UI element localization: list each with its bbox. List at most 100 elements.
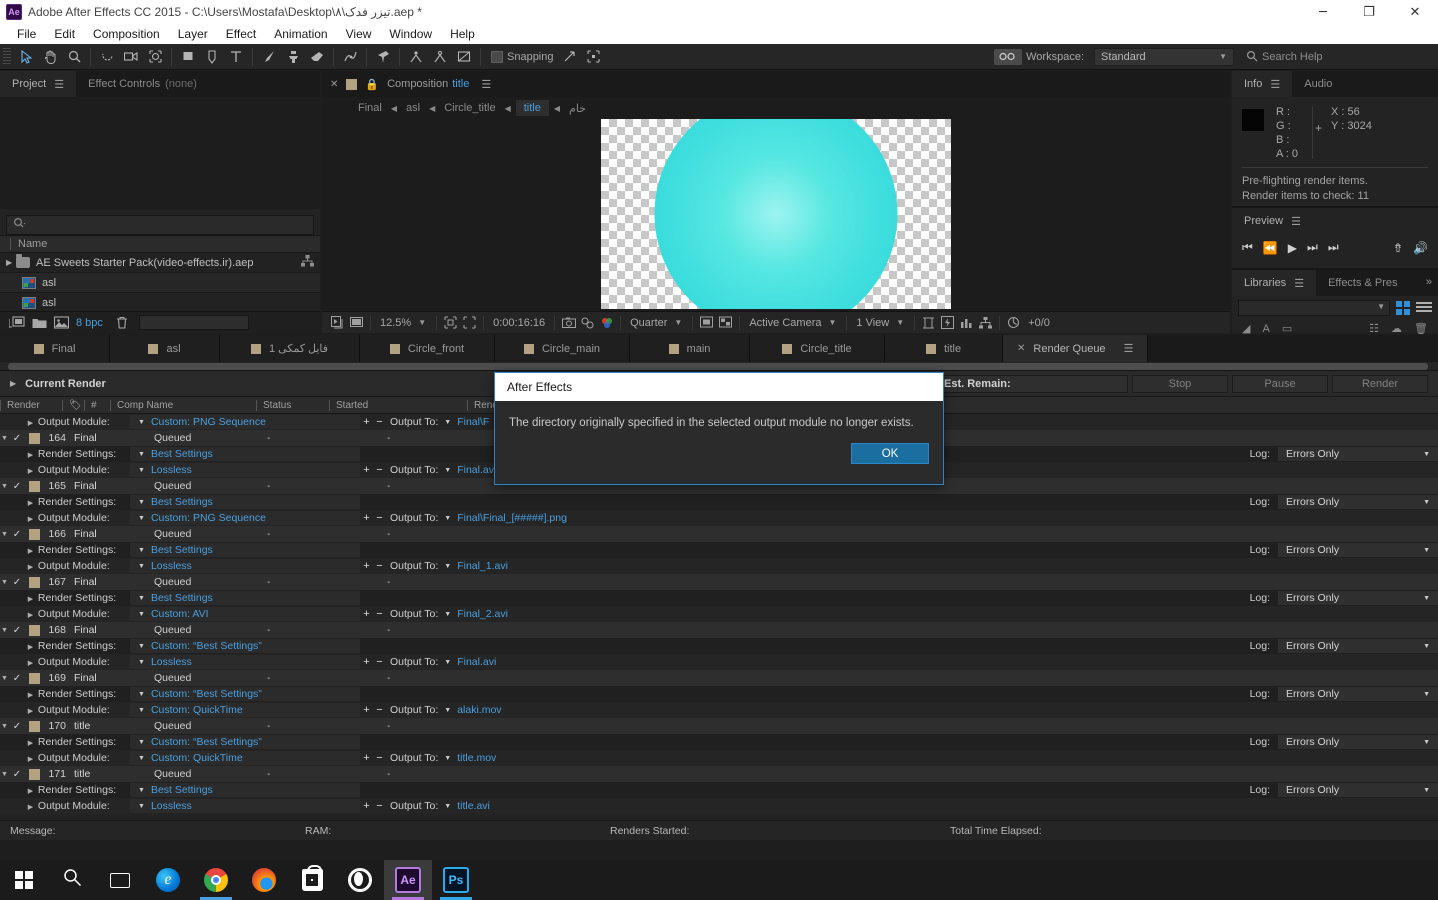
output-module-row[interactable]: ▶ Output Module: ▼ Custom: PNG Sequence … — [0, 510, 1438, 526]
log-value[interactable]: Errors Only ▼ — [1278, 591, 1438, 605]
tab-faal-komaki-1[interactable]: فایل کمکی 1 — [220, 335, 360, 362]
local-axis-icon[interactable] — [404, 46, 428, 68]
menu-composition[interactable]: Composition — [84, 24, 169, 44]
disclosure-triangle-icon[interactable]: ▶ — [26, 451, 35, 459]
timecode-value[interactable]: 0:00:16:16 — [488, 317, 550, 329]
resolution-value[interactable]: Quarter — [625, 317, 672, 329]
chevron-down-icon[interactable]: ▼ — [444, 803, 451, 810]
render-settings-value[interactable]: ▼ Custom: “Best Settings” — [130, 687, 360, 701]
disclosure-triangle-icon[interactable]: ▼ — [0, 483, 9, 490]
table-row[interactable]: ▼ ✓ 167 Final Queued - - — [0, 574, 1438, 590]
render-settings-row[interactable]: ▶ Render Settings: ▼ Best Settings Log: … — [0, 590, 1438, 606]
region-render-icon[interactable] — [697, 315, 716, 331]
output-module-row[interactable]: ▶ Output Module: ▼ Lossless + − Output T… — [0, 798, 1438, 814]
disclosure-triangle-icon[interactable]: ▶ — [10, 379, 16, 388]
menu-view[interactable]: View — [337, 24, 381, 44]
bit-depth-label[interactable]: 8 bpc — [76, 317, 103, 329]
log-value[interactable]: Errors Only ▼ — [1278, 543, 1438, 557]
remove-output-module-icon[interactable]: − — [373, 512, 386, 524]
breadcrumb-item-kham[interactable]: خام — [565, 102, 590, 115]
disclosure-triangle-icon[interactable]: ▶ — [26, 499, 35, 507]
render-checkbox[interactable]: ✓ — [9, 433, 25, 444]
output-to-value[interactable]: Final_2.avi — [457, 608, 508, 620]
remove-output-module-icon[interactable]: − — [373, 800, 386, 812]
mute-audio-icon[interactable]: 🔊 — [1413, 241, 1428, 255]
list-view-icon[interactable] — [1416, 302, 1432, 314]
camera-tool-icon[interactable] — [119, 46, 143, 68]
col-render[interactable]: Render — [0, 397, 62, 414]
panel-menu-icon[interactable]: ☰ — [1124, 342, 1134, 355]
close-icon[interactable]: ✕ — [330, 79, 338, 90]
render-checkbox[interactable]: ✓ — [9, 577, 25, 588]
output-module-value[interactable]: ▼ Lossless — [130, 799, 360, 813]
output-to-value[interactable]: alaki.mov — [457, 704, 501, 716]
menu-edit[interactable]: Edit — [45, 24, 84, 44]
render-checkbox[interactable]: ✓ — [9, 481, 25, 492]
prev-frame-icon[interactable]: ⏪ — [1263, 241, 1278, 255]
pen-tool-icon[interactable] — [200, 46, 224, 68]
render-settings-row[interactable]: ▶ Render Settings: ▼ Best Settings Log: … — [0, 782, 1438, 798]
output-module-row[interactable]: ▶ Output Module: ▼ Lossless + − Output T… — [0, 558, 1438, 574]
task-view-button[interactable] — [96, 860, 144, 900]
new-composition-icon[interactable] — [6, 315, 28, 331]
col-tag-icon[interactable]: 🏷 — [62, 397, 84, 414]
disclosure-triangle-icon[interactable]: ▶ — [26, 803, 35, 811]
log-value[interactable]: Errors Only ▼ — [1278, 735, 1438, 749]
output-to-value[interactable]: title.avi — [457, 800, 490, 812]
output-module-value[interactable]: ▼ Custom: QuickTime — [130, 751, 360, 765]
panel-menu-icon[interactable]: ☰ — [1270, 78, 1280, 91]
disclosure-triangle-icon[interactable]: ▼ — [0, 771, 9, 778]
list-item[interactable]: ▶ AE Sweets Starter Pack(video-effects.i… — [0, 253, 320, 273]
project-footer-field[interactable] — [138, 315, 249, 330]
add-output-module-icon[interactable]: + — [360, 704, 373, 716]
new-footage-icon[interactable] — [50, 315, 72, 331]
new-folder-icon[interactable] — [28, 315, 50, 331]
view-axis-icon[interactable] — [452, 46, 476, 68]
log-value[interactable]: Errors Only ▼ — [1278, 687, 1438, 701]
render-checkbox[interactable]: ✓ — [9, 769, 25, 780]
table-row[interactable]: ▼ ✓ 168 Final Queued - - — [0, 622, 1438, 638]
snapping-checkbox[interactable] — [491, 50, 503, 63]
disclosure-triangle-icon[interactable]: ▶ — [26, 611, 35, 619]
disclosure-triangle-icon[interactable]: ▶ — [26, 515, 35, 523]
project-column-header[interactable]: Name — [0, 235, 320, 253]
disclosure-triangle-icon[interactable]: ▶ — [26, 787, 35, 795]
fast-previews-icon[interactable] — [938, 315, 957, 331]
roto-brush-tool-icon[interactable] — [338, 46, 362, 68]
col-started[interactable]: Started — [329, 397, 467, 414]
snap-bounds-icon[interactable] — [582, 46, 606, 68]
render-settings-value[interactable]: ▼ Custom: “Best Settings” — [130, 639, 360, 653]
disclosure-triangle-icon[interactable]: ▶ — [6, 258, 16, 267]
stop-button[interactable]: Stop — [1132, 374, 1228, 393]
tab-audio[interactable]: Audio — [1292, 71, 1345, 97]
disclosure-triangle-icon[interactable]: ▼ — [0, 579, 9, 586]
render-checkbox[interactable]: ✓ — [9, 721, 25, 732]
disclosure-triangle-icon[interactable]: ▼ — [0, 531, 9, 538]
project-search-input[interactable] — [6, 215, 314, 235]
pixel-aspect-icon[interactable] — [919, 315, 938, 331]
scrollbar-thumb[interactable] — [8, 363, 1428, 370]
output-to-value[interactable]: Final\F — [457, 416, 489, 428]
tab-circle-title[interactable]: Circle_title — [750, 335, 885, 362]
render-settings-row[interactable]: ▶ Render Settings: ▼ Custom: “Best Setti… — [0, 734, 1438, 750]
start-button[interactable] — [0, 860, 48, 900]
zoom-level-value[interactable]: 12.5% — [375, 317, 416, 329]
remove-output-module-icon[interactable]: − — [373, 608, 386, 620]
chevron-down-icon[interactable]: ▼ — [444, 707, 451, 714]
anchor-point-tool-icon[interactable] — [143, 46, 167, 68]
zoom-tool-icon[interactable] — [62, 46, 86, 68]
render-checkbox[interactable]: ✓ — [9, 673, 25, 684]
chrome-button[interactable] — [192, 860, 240, 900]
list-item[interactable]: asl — [0, 293, 320, 313]
opera-button[interactable] — [336, 860, 384, 900]
output-module-value[interactable]: ▼ Lossless — [130, 463, 360, 477]
tab-libraries[interactable]: Libraries ☰ — [1232, 270, 1317, 296]
minimize-button[interactable]: ─ — [1300, 0, 1346, 24]
output-to-value[interactable]: Final\Final_[#####].png — [457, 512, 567, 524]
log-value[interactable]: Errors Only ▼ — [1278, 447, 1438, 461]
remove-output-module-icon[interactable]: − — [373, 752, 386, 764]
tab-title[interactable]: title — [885, 335, 1003, 362]
panel-menu-icon[interactable]: ☰ — [1294, 277, 1304, 290]
render-checkbox[interactable]: ✓ — [9, 625, 25, 636]
export-icon[interactable]: ⇮ — [1393, 241, 1403, 255]
